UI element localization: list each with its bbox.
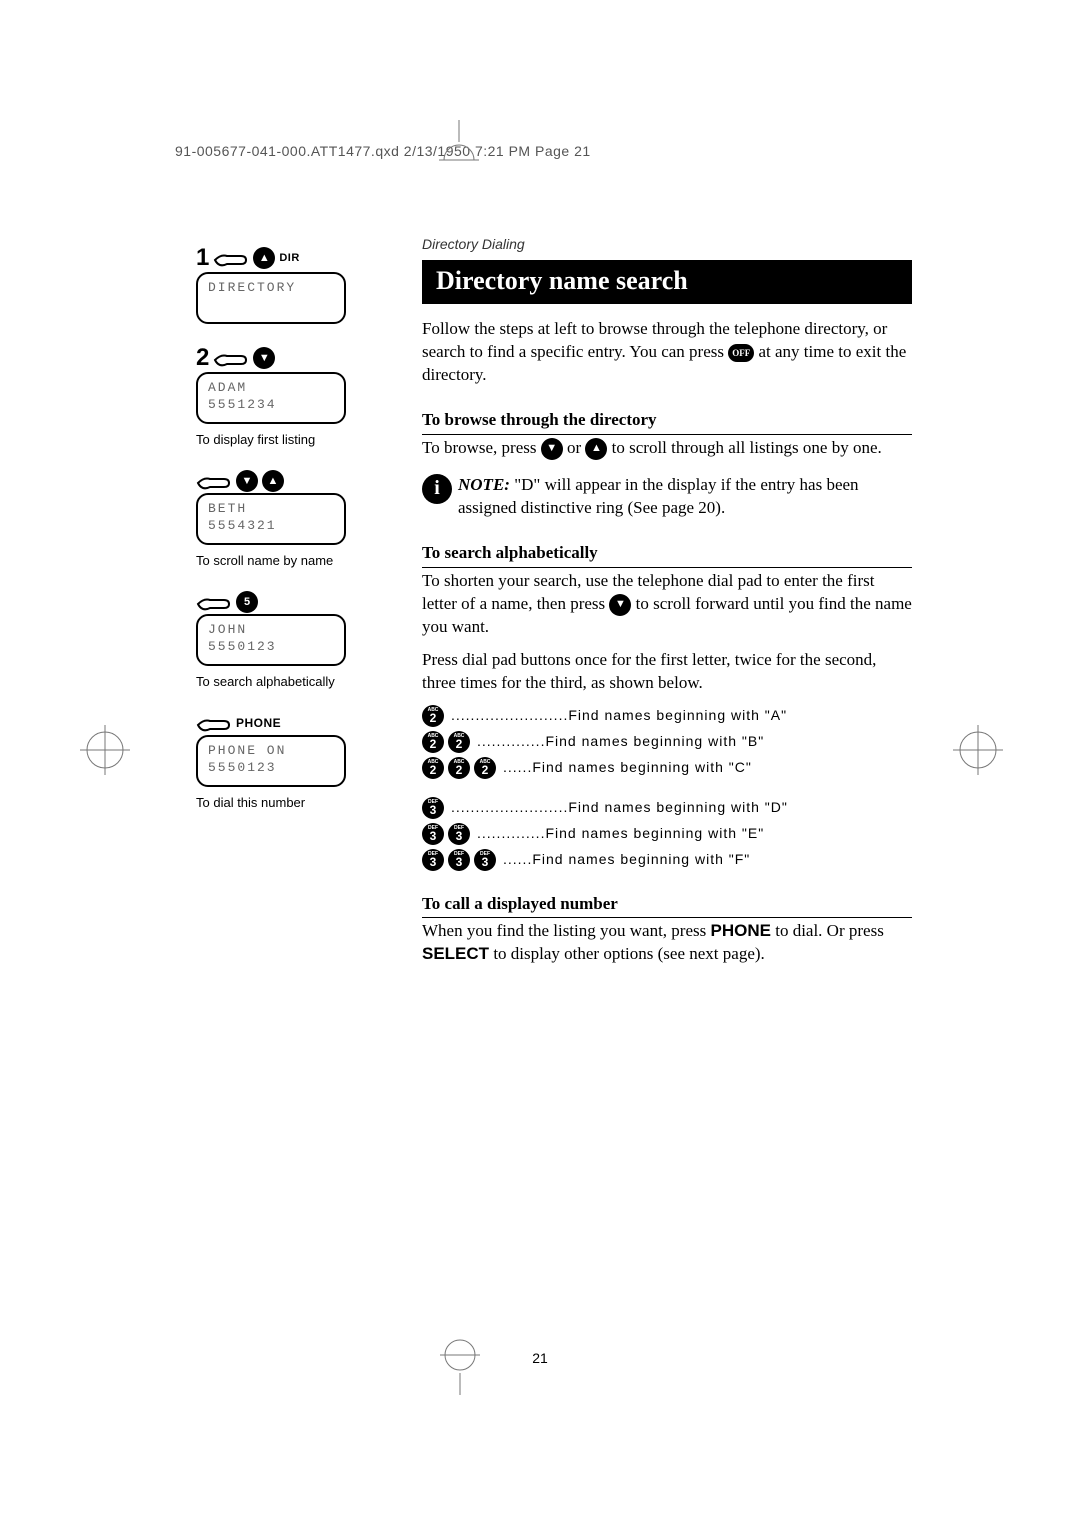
scroll-row: ▼ ▲	[196, 469, 371, 493]
note-text: "D" will appear in the display if the en…	[458, 475, 859, 517]
kp-row-b: ABC2 ABC2 ..............Find names begin…	[422, 731, 912, 753]
kp-row-f: DEF3 DEF3 DEF3 ......Find names beginnin…	[422, 849, 912, 871]
keypad-5-icon: 5	[236, 591, 258, 613]
lcd3-line2: 5554321	[208, 518, 334, 533]
kp-text-e: ..............Find names beginning with …	[477, 824, 764, 843]
keypad-3-icon: DEF3	[474, 849, 496, 871]
kp-text-f: ......Find names beginning with "F"	[503, 850, 750, 869]
lcd1-line1: DIRECTORY	[208, 280, 334, 295]
note-label: NOTE:	[458, 475, 510, 494]
right-column: Directory Dialing Directory name search …	[422, 236, 912, 976]
keypad-2-icon: ABC2	[474, 757, 496, 779]
step-2-row: 2 ▼	[196, 344, 371, 372]
kp-row-e: DEF3 DEF3 ..............Find names begin…	[422, 823, 912, 845]
up-arrow-button-icon: ▲	[585, 438, 607, 460]
lcd-screen-4: JOHN 5550123	[196, 614, 346, 666]
page-number: 21	[0, 1350, 1080, 1366]
lcd3-line1: BETH	[208, 501, 334, 516]
keypad-example-block-2: ABC2 ........................Find names …	[422, 705, 912, 779]
kp-text-b: ..............Find names beginning with …	[477, 732, 764, 751]
keypad-2-icon: ABC2	[448, 757, 470, 779]
dir-label: DIR	[279, 252, 299, 264]
lcd-screen-2: ADAM 5551234	[196, 372, 346, 424]
note-block: i NOTE: "D" will appear in the display i…	[422, 474, 912, 520]
pointing-hand-icon	[213, 246, 249, 270]
pointing-hand-icon	[196, 590, 232, 614]
keypad-2-icon: ABC2	[448, 731, 470, 753]
lcd2-line1: ADAM	[208, 380, 334, 395]
kp-text-c: ......Find names beginning with "C"	[503, 758, 752, 777]
body-text: Follow the steps at left to browse throu…	[422, 318, 912, 966]
down-arrow-button-icon: ▼	[253, 347, 275, 369]
caption-dial: To dial this number	[196, 795, 371, 810]
kp-row-c: ABC2 ABC2 ABC2 ......Find names beginnin…	[422, 757, 912, 779]
lcd4-line1: JOHN	[208, 622, 334, 637]
keypad-2-icon: ABC2	[422, 757, 444, 779]
lcd5-line2: 5550123	[208, 760, 334, 775]
page-title: Directory name search	[422, 260, 912, 304]
call-text-c: to display other options (see next page)…	[493, 944, 764, 963]
step-1-number: 1	[196, 244, 209, 272]
print-header: 91-005677-041-000.ATT1477.qxd 2/13/1950 …	[175, 143, 591, 159]
keypad-example-block-3: DEF3 ........................Find names …	[422, 797, 912, 871]
call-text-a: When you find the listing you want, pres…	[422, 921, 711, 940]
call-text-b: to dial. Or press	[775, 921, 884, 940]
lcd4-line2: 5550123	[208, 639, 334, 654]
note-text-wrap: NOTE: "D" will appear in the display if …	[458, 474, 912, 520]
keypad-3-icon: DEF3	[422, 849, 444, 871]
step-1-row: 1 ▲ DIR	[196, 244, 371, 272]
kp-text-d: ........................Find names begin…	[451, 798, 788, 817]
browse-text-a: To browse, press	[422, 438, 541, 457]
browse-paragraph: To browse, press ▼ or ▲ to scroll throug…	[422, 437, 912, 460]
left-column: 1 ▲ DIR DIRECTORY 2 ▼ ADAM 5551234 To di…	[196, 240, 371, 810]
browse-text-b: or	[567, 438, 585, 457]
pointing-hand-icon	[213, 346, 249, 370]
lcd-screen-1: DIRECTORY	[196, 272, 346, 324]
breadcrumb: Directory Dialing	[422, 236, 912, 252]
phone-button-label: PHONE	[236, 716, 281, 730]
up-arrow-button-icon: ▲	[253, 247, 275, 269]
alpha-row: 5	[196, 590, 371, 614]
lcd-screen-5: PHONE ON 5550123	[196, 735, 346, 787]
down-arrow-button-icon: ▼	[609, 594, 631, 616]
up-arrow-button-icon: ▲	[262, 470, 284, 492]
pointing-hand-icon	[196, 711, 232, 735]
kp-row-a: ABC2 ........................Find names …	[422, 705, 912, 727]
keypad-3-icon: DEF3	[422, 823, 444, 845]
keypad-2-icon: ABC2	[422, 731, 444, 753]
lcd-screen-3: BETH 5554321	[196, 493, 346, 545]
caption-alpha: To search alphabetically	[196, 674, 371, 689]
keypad-3-icon: DEF3	[422, 797, 444, 819]
crop-mark-top	[429, 120, 489, 180]
keypad-3-icon: DEF3	[448, 849, 470, 871]
kp-row-d: DEF3 ........................Find names …	[422, 797, 912, 819]
call-paragraph: When you find the listing you want, pres…	[422, 920, 912, 966]
info-icon: i	[422, 474, 452, 504]
heading-browse: To browse through the directory	[422, 409, 912, 435]
intro-paragraph: Follow the steps at left to browse throu…	[422, 318, 912, 387]
down-arrow-button-icon: ▼	[236, 470, 258, 492]
caption-first-listing: To display first listing	[196, 432, 371, 447]
heading-call: To call a displayed number	[422, 893, 912, 919]
registration-mark-right	[948, 720, 1008, 780]
browse-text-c: to scroll through all listings one by on…	[612, 438, 882, 457]
step-2-number: 2	[196, 344, 209, 372]
phone-button-text: PHONE	[711, 921, 771, 940]
keypad-3-icon: DEF3	[448, 823, 470, 845]
alpha-paragraph-1: To shorten your search, use the telephon…	[422, 570, 912, 639]
alpha-paragraph-2: Press dial pad buttons once for the firs…	[422, 649, 912, 695]
registration-mark-left	[75, 720, 135, 780]
caption-scroll: To scroll name by name	[196, 553, 371, 568]
keypad-2-icon: ABC2	[422, 705, 444, 727]
pointing-hand-icon	[196, 469, 232, 493]
lcd2-line2: 5551234	[208, 397, 334, 412]
heading-alpha: To search alphabetically	[422, 542, 912, 568]
off-button-icon: OFF	[728, 344, 754, 362]
select-button-text: SELECT	[422, 944, 489, 963]
lcd5-line1: PHONE ON	[208, 743, 334, 758]
phone-row: PHONE	[196, 711, 371, 735]
kp-text-a: ........................Find names begin…	[451, 706, 787, 725]
down-arrow-button-icon: ▼	[541, 438, 563, 460]
